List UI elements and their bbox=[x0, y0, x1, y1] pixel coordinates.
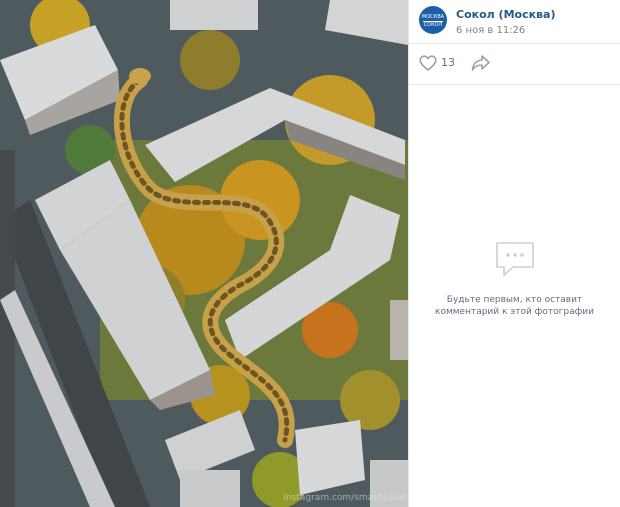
divider bbox=[409, 43, 620, 44]
share-button[interactable] bbox=[471, 54, 491, 72]
empty-comments-line1: Будьте первым, кто оставит bbox=[446, 295, 583, 305]
like-button[interactable]: 13 bbox=[419, 54, 459, 72]
divider bbox=[409, 84, 620, 85]
post-author: МОСКВА СОКОЛ Сокол (Москва) 6 ноя в 11:2… bbox=[419, 6, 615, 36]
avatar[interactable]: МОСКВА СОКОЛ bbox=[419, 6, 447, 34]
post-date-link[interactable]: 6 ноя в 11:26 bbox=[456, 25, 525, 36]
comment-bubble-icon bbox=[495, 242, 534, 276]
empty-comments-text: Будьте первым, кто оставит комментарий к… bbox=[409, 294, 620, 318]
empty-comments-placeholder: Будьте первым, кто оставит комментарий к… bbox=[409, 240, 620, 318]
avatar-text-top: МОСКВА bbox=[421, 14, 445, 20]
share-arrow-icon bbox=[471, 55, 490, 71]
empty-comments-line2: комментарий к этой фотографии bbox=[435, 307, 594, 317]
photo[interactable]: instagram.com/smashbulat bbox=[0, 0, 408, 507]
avatar-text-bottom: СОКОЛ bbox=[423, 21, 443, 28]
photo-viewer: instagram.com/smashbulat МОСКВА СОКОЛ Со… bbox=[0, 0, 620, 507]
like-count: 13 bbox=[441, 56, 455, 69]
author-name-link[interactable]: Сокол (Москва) bbox=[456, 8, 555, 21]
aerial-photo-image: instagram.com/smashbulat bbox=[0, 0, 408, 507]
side-panel: МОСКВА СОКОЛ Сокол (Москва) 6 ноя в 11:2… bbox=[408, 0, 620, 507]
heart-icon bbox=[419, 55, 437, 71]
photo-watermark: instagram.com/smashbulat bbox=[283, 493, 407, 503]
post-actions: 13 bbox=[419, 54, 609, 72]
